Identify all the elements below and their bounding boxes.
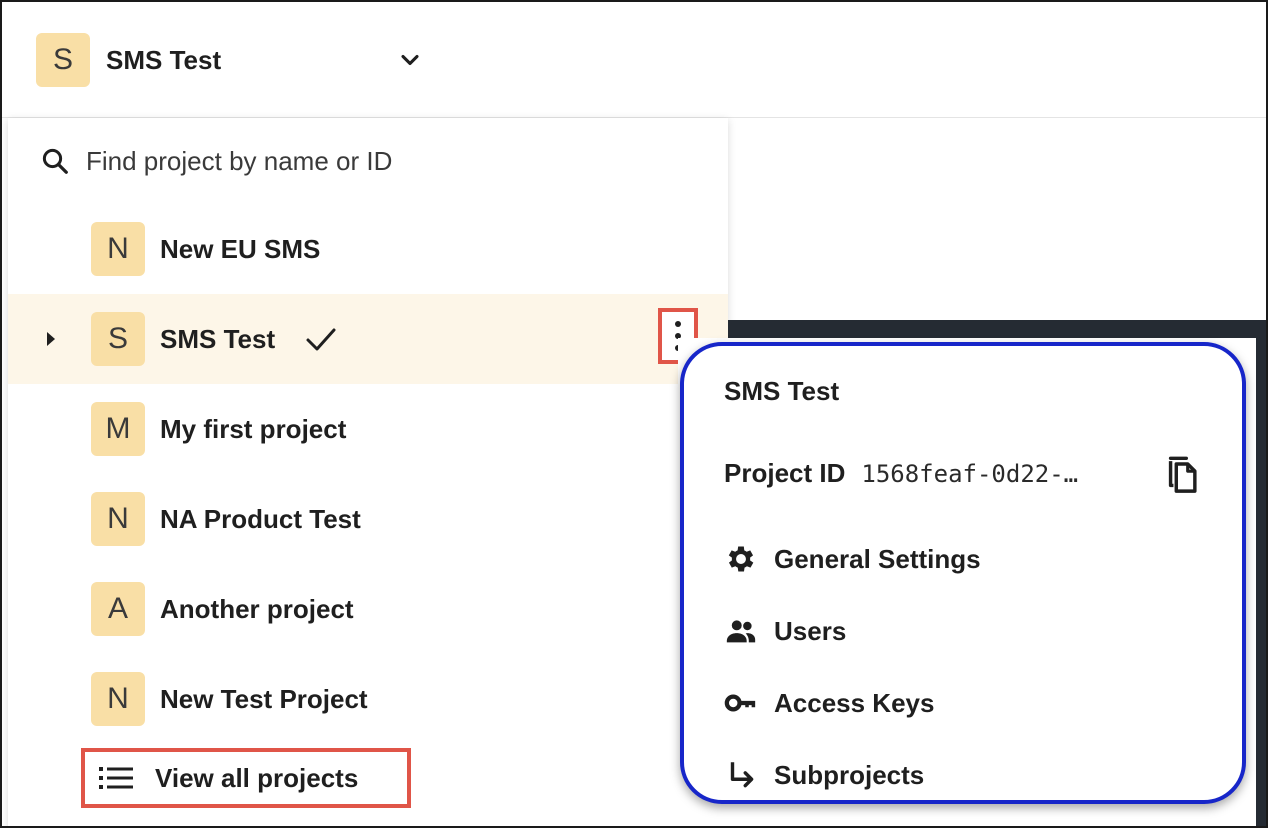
- search-input[interactable]: [86, 145, 646, 177]
- project-id-label: Project ID: [724, 458, 846, 488]
- list-item[interactable]: N NA Product Test: [8, 474, 728, 564]
- project-avatar: S: [91, 312, 145, 366]
- subdirectory-arrow-icon: [730, 762, 754, 788]
- project-id-row: Project ID 1568feaf-0d22-…: [724, 458, 1078, 489]
- menu-item-subprojects[interactable]: Subprojects: [724, 758, 924, 792]
- project-list: N New EU SMS S SMS Test M My first proje…: [8, 204, 728, 744]
- gear-icon: [728, 546, 754, 572]
- users-icon: [726, 620, 756, 643]
- list-icon: [99, 767, 133, 789]
- search-icon: [42, 148, 68, 174]
- check-icon: [306, 328, 336, 351]
- list-item[interactable]: N New Test Project: [8, 654, 728, 744]
- project-avatar: S: [36, 33, 90, 87]
- project-id-value: 1568feaf-0d22-…: [861, 459, 1079, 488]
- view-all-projects-button[interactable]: View all projects: [81, 748, 411, 808]
- menu-item-label: Users: [774, 615, 847, 646]
- project-name: NA Product Test: [160, 503, 361, 534]
- project-name: New EU SMS: [160, 233, 321, 264]
- menu-item-access-keys[interactable]: Access Keys: [724, 686, 934, 720]
- key-icon: [724, 694, 756, 712]
- caret-right-icon[interactable]: [44, 329, 58, 349]
- list-item[interactable]: A Another project: [8, 564, 728, 654]
- project-name: My first project: [160, 413, 347, 444]
- menu-item-users[interactable]: Users: [724, 614, 846, 648]
- menu-item-general-settings[interactable]: General Settings: [724, 542, 981, 576]
- list-item[interactable]: M My first project: [8, 384, 728, 474]
- current-project-name: SMS Test: [106, 44, 222, 75]
- menu-item-label: General Settings: [774, 543, 981, 574]
- project-name: New Test Project: [160, 683, 368, 714]
- project-dropdown: N New EU SMS S SMS Test: [8, 118, 728, 826]
- chevron-down-icon[interactable]: [396, 46, 424, 74]
- project-context-menu: SMS Test Project ID 1568feaf-0d22-… Gene…: [680, 342, 1246, 804]
- project-switcher[interactable]: S SMS Test: [36, 32, 426, 88]
- project-avatar: M: [91, 402, 145, 456]
- project-avatar: N: [91, 492, 145, 546]
- project-search: [8, 118, 728, 204]
- copy-icon[interactable]: [1164, 454, 1200, 494]
- project-avatar: N: [91, 672, 145, 726]
- project-avatar: A: [91, 582, 145, 636]
- project-name: Another project: [160, 593, 354, 624]
- project-avatar: N: [91, 222, 145, 276]
- menu-item-label: Access Keys: [774, 687, 935, 718]
- menu-item-label: Subprojects: [774, 759, 925, 790]
- list-item-selected[interactable]: S SMS Test: [8, 294, 728, 384]
- view-all-label: View all projects: [155, 762, 359, 793]
- top-header: S SMS Test: [2, 2, 1266, 118]
- project-name: SMS Test: [160, 323, 276, 354]
- app-frame: S SMS Test N New EU SMS S: [0, 0, 1268, 828]
- menu-project-title: SMS Test: [724, 376, 840, 406]
- list-item[interactable]: N New EU SMS: [8, 204, 728, 294]
